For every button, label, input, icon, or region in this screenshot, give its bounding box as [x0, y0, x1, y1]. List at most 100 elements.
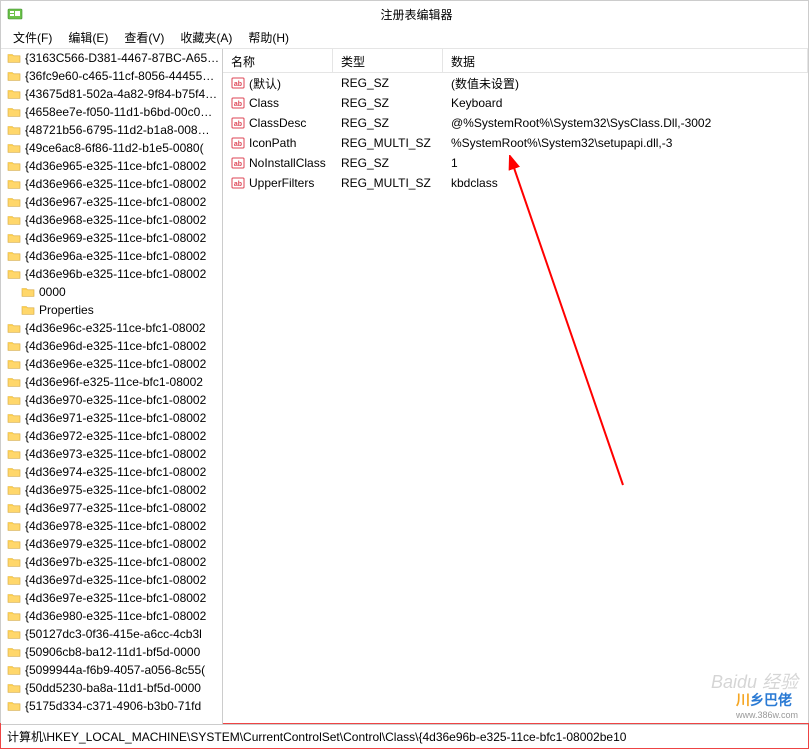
tree-key[interactable]: {4d36e971-e325-11ce-bfc1-08002 [1, 409, 222, 427]
tree-label: {4d36e96f-e325-11ce-bfc1-08002 [25, 373, 203, 391]
folder-icon [7, 664, 21, 676]
tree-key[interactable]: {4d36e96e-e325-11ce-bfc1-08002 [1, 355, 222, 373]
folder-icon [21, 286, 35, 298]
menu-favorites[interactable]: 收藏夹(A) [172, 27, 240, 48]
value-name-cell: abClassDesc [223, 116, 333, 130]
folder-icon [7, 538, 21, 550]
tree-key[interactable]: {4d36e967-e325-11ce-bfc1-08002 [1, 193, 222, 211]
column-data[interactable]: 数据 [443, 49, 808, 72]
value-name: Class [249, 96, 279, 110]
tree-label: {3163C566-D381-4467-87BC-A65… [25, 49, 219, 67]
folder-icon [7, 358, 21, 370]
tree-key[interactable]: {50906cb8-ba12-11d1-bf5d-0000 [1, 643, 222, 661]
tree-key[interactable]: {5175d334-c371-4906-b3b0-71fd [1, 697, 222, 715]
value-row[interactable]: abNoInstallClassREG_SZ1 [223, 153, 808, 173]
tree-key[interactable]: {4d36e965-e325-11ce-bfc1-08002 [1, 157, 222, 175]
tree-key[interactable]: {4d36e96b-e325-11ce-bfc1-08002 [1, 265, 222, 283]
value-row[interactable]: abUpperFiltersREG_MULTI_SZkbdclass [223, 173, 808, 193]
tree-key[interactable]: {4d36e969-e325-11ce-bfc1-08002 [1, 229, 222, 247]
list-pane: 名称 类型 数据 ab(默认)REG_SZ(数值未设置)abClassREG_S… [223, 49, 808, 724]
folder-icon [7, 628, 21, 640]
value-data: @%SystemRoot%\System32\SysClass.Dll,-300… [443, 116, 808, 130]
value-data: Keyboard [443, 96, 808, 110]
value-type: REG_SZ [333, 76, 443, 90]
tree-key[interactable]: {4658ee7e-f050-11d1-b6bd-00c0… [1, 103, 222, 121]
tree-key[interactable]: {4d36e973-e325-11ce-bfc1-08002 [1, 445, 222, 463]
tree-key[interactable]: {4d36e978-e325-11ce-bfc1-08002 [1, 517, 222, 535]
string-value-icon: ab [231, 136, 245, 150]
tree-key[interactable]: {4d36e97b-e325-11ce-bfc1-08002 [1, 553, 222, 571]
tree-key[interactable]: {4d36e968-e325-11ce-bfc1-08002 [1, 211, 222, 229]
tree-key[interactable]: {48721b56-6795-11d2-b1a8-008… [1, 121, 222, 139]
menu-view[interactable]: 查看(V) [116, 27, 172, 48]
tree-subfolder[interactable]: 0000 [1, 283, 222, 301]
menu-edit[interactable]: 编辑(E) [60, 27, 116, 48]
tree-key[interactable]: {50127dc3-0f36-415e-a6cc-4cb3l [1, 625, 222, 643]
tree-key[interactable]: {3163C566-D381-4467-87BC-A65… [1, 49, 222, 67]
tree-label: {4d36e970-e325-11ce-bfc1-08002 [25, 391, 206, 409]
tree-label: {4d36e96b-e325-11ce-bfc1-08002 [25, 265, 206, 283]
value-name-cell: abIconPath [223, 136, 333, 150]
menu-help[interactable]: 帮助(H) [240, 27, 297, 48]
column-name[interactable]: 名称 [223, 49, 333, 72]
tree-key[interactable]: {4d36e970-e325-11ce-bfc1-08002 [1, 391, 222, 409]
tree-key[interactable]: {43675d81-502a-4a82-9f84-b75f4… [1, 85, 222, 103]
folder-icon [7, 340, 21, 352]
column-type[interactable]: 类型 [333, 49, 443, 72]
tree-key[interactable]: {4d36e966-e325-11ce-bfc1-08002 [1, 175, 222, 193]
svg-text:ab: ab [234, 101, 242, 108]
value-name: ClassDesc [249, 116, 306, 130]
tree-key[interactable]: {4d36e972-e325-11ce-bfc1-08002 [1, 427, 222, 445]
tree-key[interactable]: {4d36e980-e325-11ce-bfc1-08002 [1, 607, 222, 625]
tree-label: {4d36e980-e325-11ce-bfc1-08002 [25, 607, 206, 625]
tree-key[interactable]: {4d36e979-e325-11ce-bfc1-08002 [1, 535, 222, 553]
menu-file[interactable]: 文件(F) [5, 27, 60, 48]
folder-icon [7, 214, 21, 226]
value-data: kbdclass [443, 176, 808, 190]
tree-key[interactable]: {36fc9e60-c465-11cf-8056-44455… [1, 67, 222, 85]
tree-label: {4d36e97b-e325-11ce-bfc1-08002 [25, 553, 206, 571]
value-name: (默认) [249, 75, 281, 92]
folder-icon [7, 376, 21, 388]
tree-label: {4d36e96d-e325-11ce-bfc1-08002 [25, 337, 206, 355]
tree-key[interactable]: {4d36e977-e325-11ce-bfc1-08002 [1, 499, 222, 517]
folder-icon [7, 160, 21, 172]
tree-label: {50906cb8-ba12-11d1-bf5d-0000 [25, 643, 200, 661]
tree-label: {4d36e969-e325-11ce-bfc1-08002 [25, 229, 206, 247]
tree-label: {5175d334-c371-4906-b3b0-71fd [25, 697, 201, 715]
folder-icon [7, 700, 21, 712]
tree-key[interactable]: {4d36e96d-e325-11ce-bfc1-08002 [1, 337, 222, 355]
value-data: %SystemRoot%\System32\setupapi.dll,-3 [443, 136, 808, 150]
tree-key[interactable]: {4d36e97e-e325-11ce-bfc1-08002 [1, 589, 222, 607]
folder-icon [7, 682, 21, 694]
tree-label: {4d36e979-e325-11ce-bfc1-08002 [25, 535, 206, 553]
tree-key[interactable]: {4d36e975-e325-11ce-bfc1-08002 [1, 481, 222, 499]
folder-icon [7, 142, 21, 154]
tree-key[interactable]: {5099944a-f6b9-4057-a056-8c55( [1, 661, 222, 679]
folder-icon [7, 70, 21, 82]
tree-pane[interactable]: {3163C566-D381-4467-87BC-A65…{36fc9e60-c… [1, 49, 223, 724]
value-name-cell: ab(默认) [223, 75, 333, 92]
list-body[interactable]: ab(默认)REG_SZ(数值未设置)abClassREG_SZKeyboard… [223, 73, 808, 724]
value-row[interactable]: abClassDescREG_SZ@%SystemRoot%\System32\… [223, 113, 808, 133]
folder-icon [7, 520, 21, 532]
tree-key[interactable]: {4d36e96a-e325-11ce-bfc1-08002 [1, 247, 222, 265]
value-name-cell: ab Class [223, 96, 333, 110]
tree-label: {4d36e971-e325-11ce-bfc1-08002 [25, 409, 206, 427]
menubar: 文件(F) 编辑(E) 查看(V) 收藏夹(A) 帮助(H) [1, 27, 808, 49]
value-row[interactable]: ab(默认)REG_SZ(数值未设置) [223, 73, 808, 93]
tree-key[interactable]: {50dd5230-ba8a-11d1-bf5d-0000 [1, 679, 222, 697]
tree-key[interactable]: {4d36e97d-e325-11ce-bfc1-08002 [1, 571, 222, 589]
tree-label: {4d36e974-e325-11ce-bfc1-08002 [25, 463, 206, 481]
value-data: (数值未设置) [443, 75, 808, 92]
tree-key[interactable]: {4d36e96c-e325-11ce-bfc1-08002 [1, 319, 222, 337]
folder-icon [7, 232, 21, 244]
tree-subfolder[interactable]: Properties [1, 301, 222, 319]
value-row[interactable]: abIconPathREG_MULTI_SZ%SystemRoot%\Syste… [223, 133, 808, 153]
string-value-icon: ab [231, 176, 245, 190]
tree-key[interactable]: {4d36e974-e325-11ce-bfc1-08002 [1, 463, 222, 481]
tree-key[interactable]: {49ce6ac8-6f86-11d2-b1e5-0080( [1, 139, 222, 157]
tree-key[interactable]: {4d36e96f-e325-11ce-bfc1-08002 [1, 373, 222, 391]
value-row[interactable]: abClassREG_SZKeyboard [223, 93, 808, 113]
value-type: REG_SZ [333, 156, 443, 170]
